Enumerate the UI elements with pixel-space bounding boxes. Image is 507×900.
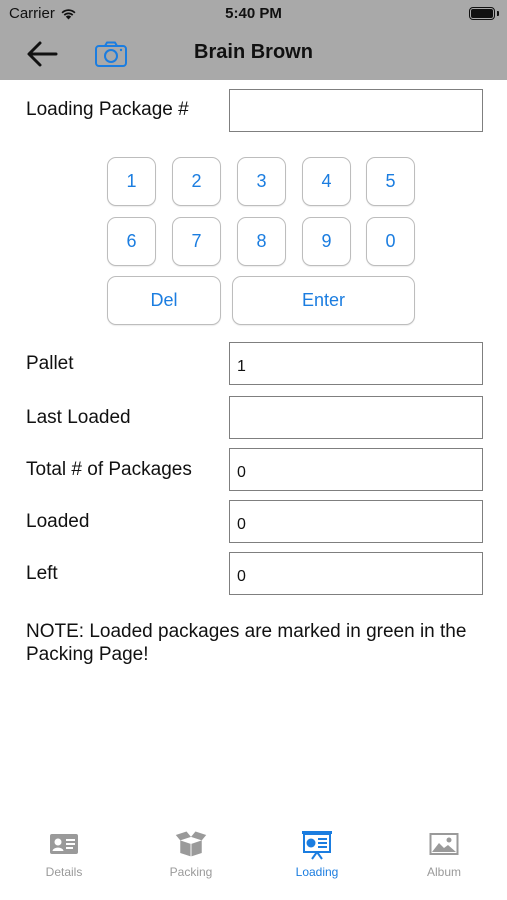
key-0[interactable]: 0 — [366, 217, 415, 266]
key-6[interactable]: 6 — [107, 217, 156, 266]
photo-icon — [427, 829, 461, 859]
note-text: NOTE: Loaded packages are marked in gree… — [26, 621, 467, 665]
tab-details[interactable]: Details — [19, 829, 109, 889]
left-label: Left — [26, 563, 58, 584]
left-field[interactable] — [229, 552, 483, 595]
tab-album-label: Album — [426, 865, 461, 879]
package-number-label: Loading Package # — [26, 99, 189, 120]
presentation-board-icon — [300, 829, 334, 860]
total-packages-field[interactable] — [229, 448, 483, 491]
last-loaded-field[interactable] — [229, 396, 483, 439]
status-bar: Carrier 5:40 PM — [0, 0, 507, 28]
key-9[interactable]: 9 — [302, 217, 351, 266]
tab-bar: Details Packing Loading Album — [0, 817, 507, 900]
key-3[interactable]: 3 — [237, 157, 286, 206]
pallet-label: Pallet — [26, 353, 74, 374]
key-1[interactable]: 1 — [107, 157, 156, 206]
tab-details-label: Details — [45, 865, 83, 879]
id-card-icon — [47, 829, 81, 859]
key-5[interactable]: 5 — [366, 157, 415, 206]
key-4[interactable]: 4 — [302, 157, 351, 206]
battery-icon — [469, 7, 499, 20]
total-packages-label: Total # of Packages — [26, 459, 192, 480]
box-icon — [174, 829, 208, 859]
page-title: Brain Brown — [194, 41, 313, 63]
key-8[interactable]: 8 — [237, 217, 286, 266]
navigation-bar: Brain Brown — [0, 28, 507, 80]
key-7[interactable]: 7 — [172, 217, 221, 266]
tab-loading[interactable]: Loading — [272, 829, 362, 889]
tab-loading-label: Loading — [295, 865, 339, 879]
delete-button[interactable]: Del — [107, 276, 221, 325]
pallet-field[interactable] — [229, 342, 483, 385]
enter-button[interactable]: Enter — [232, 276, 415, 325]
package-number-field[interactable] — [229, 89, 483, 132]
tab-packing-label: Packing — [169, 865, 213, 879]
loaded-label: Loaded — [26, 511, 90, 532]
last-loaded-label: Last Loaded — [26, 407, 131, 428]
loaded-field[interactable] — [229, 500, 483, 543]
tab-album[interactable]: Album — [399, 829, 489, 889]
tab-packing[interactable]: Packing — [146, 829, 236, 889]
status-time: 5:40 PM — [225, 5, 282, 22]
key-2[interactable]: 2 — [172, 157, 221, 206]
